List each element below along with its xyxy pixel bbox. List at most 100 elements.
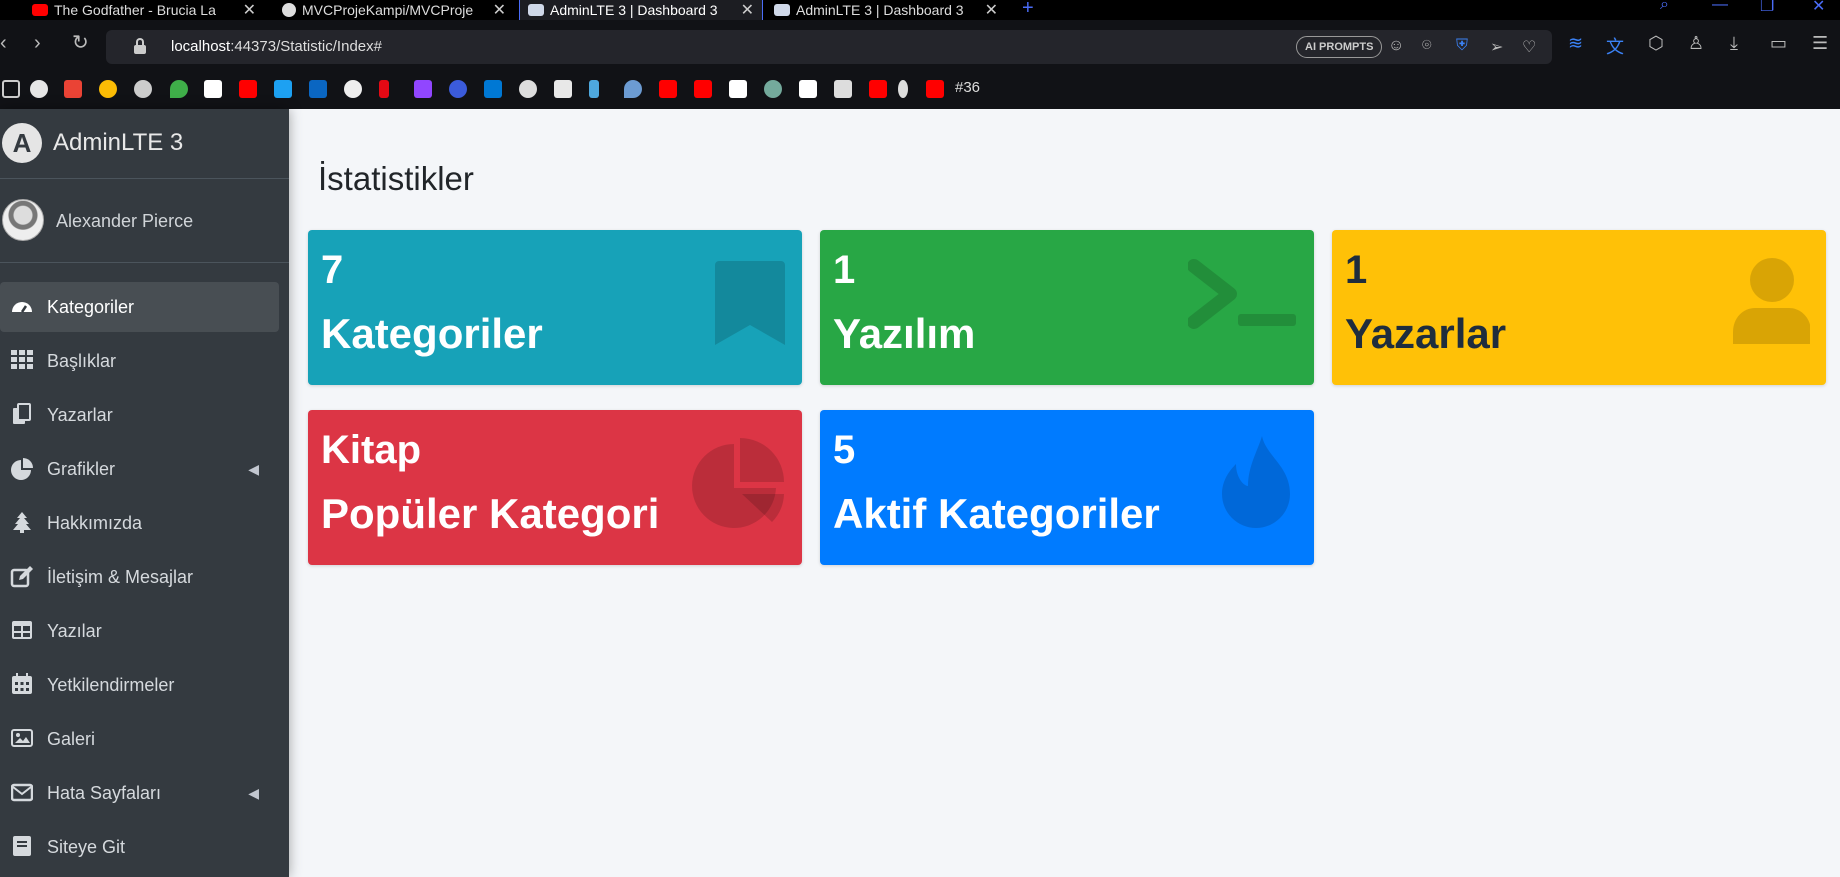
close-tab-icon[interactable]: ✕ — [493, 0, 506, 20]
bookmark-icon[interactable] — [30, 80, 48, 98]
sidebar-item-hata-sayfalari[interactable]: Hata Sayfaları ◀ — [0, 768, 289, 818]
bookmark-icon[interactable] — [449, 80, 467, 98]
speedometer-bookmark-icon[interactable] — [519, 80, 537, 98]
bookmark-icon[interactable] — [624, 80, 642, 98]
book-icon — [10, 835, 34, 859]
sidebar-item-basliklar[interactable]: Başlıklar — [0, 336, 289, 386]
sidebar-item-yazilar[interactable]: Yazılar — [0, 606, 289, 656]
close-tab-icon[interactable]: ✕ — [243, 0, 256, 20]
reload-button[interactable]: ↻ — [72, 33, 89, 53]
github-bookmark-icon[interactable] — [344, 80, 362, 98]
sidebar-item-galeri[interactable]: Galeri — [0, 714, 289, 764]
download-icon[interactable]: ⤓ — [1730, 33, 1738, 54]
radio-icon[interactable]: ≋ — [1568, 33, 1583, 54]
emoji-icon[interactable]: ☺ — [1388, 37, 1404, 55]
box-label: Yazarlar — [1345, 310, 1507, 357]
sidebar-item-label: İletişim & Mesajlar — [47, 566, 194, 587]
w3schools-bookmark-icon[interactable] — [729, 80, 747, 98]
google-bookmark-icon[interactable] — [99, 80, 117, 98]
forward-button[interactable]: › — [34, 33, 41, 53]
address-bar[interactable]: localhost:44373/Statistic/Index# AI PROM… — [106, 30, 1552, 64]
box-value: 7 — [321, 248, 344, 292]
youtube-bookmark-icon[interactable] — [239, 80, 257, 98]
tab-label: MVCProjeKampi/MVCProje — [302, 2, 474, 18]
youtube-bookmark-icon[interactable] — [926, 80, 944, 98]
bookmark-icon[interactable] — [898, 80, 908, 98]
url-text[interactable]: localhost:44373/Statistic/Index# — [171, 38, 382, 55]
back-button[interactable]: ‹ — [0, 33, 7, 53]
youtube-bookmark-icon[interactable] — [659, 80, 677, 98]
bookmark-icon[interactable] — [554, 80, 572, 98]
chart-pie-icon — [10, 457, 34, 481]
bookmark-counter[interactable]: #36 — [955, 79, 980, 96]
search-tabs-icon[interactable]: ⌕ — [1660, 0, 1669, 14]
browser-tab[interactable]: The Godfather - Brucia La ✕ — [24, 0, 264, 20]
sidebar-item-siteye-git[interactable]: Siteye Git — [0, 822, 289, 872]
box-value: Kitap — [321, 428, 421, 472]
settings-bookmark-icon[interactable] — [134, 80, 152, 98]
user-name[interactable]: Alexander Pierce — [56, 211, 193, 232]
page-favicon-icon — [774, 4, 790, 16]
sidebar-item-hakkimizda[interactable]: Hakkımızda — [0, 498, 289, 548]
sidebar-item-yazarlar[interactable]: Yazarlar — [0, 390, 289, 440]
small-box-yazilim: 1 Yazılım — [820, 230, 1314, 385]
drop-bookmark-icon[interactable] — [170, 80, 188, 98]
chatgpt-bookmark-icon[interactable] — [764, 80, 782, 98]
close-window-button[interactable]: ✕ — [1812, 0, 1825, 16]
settings-sliders-icon[interactable]: ☰ — [1812, 33, 1828, 54]
gmail-bookmark-icon[interactable] — [64, 80, 82, 98]
bookmark-icon[interactable] — [799, 80, 817, 98]
outlook-bookmark-icon[interactable] — [484, 80, 502, 98]
sidebar-item-grafikler[interactable]: Grafikler ◀ — [0, 444, 289, 494]
close-tab-icon[interactable]: ✕ — [985, 0, 998, 20]
sidebar-item-kategoriler[interactable]: Kategoriler — [0, 282, 279, 332]
sidebar-item-label: Yazılar — [47, 620, 102, 641]
sidebar-item-iletisim[interactable]: İletişim & Mesajlar — [0, 552, 289, 602]
send-icon[interactable]: ➢ — [1490, 37, 1503, 57]
twitter-bookmark-icon[interactable] — [274, 80, 292, 98]
sidebar-item-label: Yetkilendirmeler — [47, 674, 175, 695]
twitch-bookmark-icon[interactable] — [414, 80, 432, 98]
netflix-bookmark-icon[interactable] — [379, 80, 389, 98]
restore-window-button[interactable]: ❐ — [1760, 0, 1774, 16]
brand-logo: A — [2, 123, 42, 163]
brand-text: AdminLTE 3 — [53, 129, 184, 156]
bookmark-icon[interactable] — [204, 80, 222, 98]
sidebar-item-yetkilendirmeler[interactable]: Yetkilendirmeler — [0, 660, 289, 710]
heart-icon[interactable]: ♡ — [1522, 37, 1536, 57]
chart-pie-icon — [692, 438, 784, 528]
browser-navbar: ‹ › ↻ localhost:44373/Statistic/Index# A… — [0, 20, 1840, 70]
bookmark-icon[interactable] — [834, 80, 852, 98]
copy-icon — [10, 403, 34, 427]
linkedin-bookmark-icon[interactable] — [309, 80, 327, 98]
chevron-left-icon[interactable]: ◀ — [248, 785, 259, 802]
minimize-window-button[interactable]: — — [1712, 0, 1728, 14]
battery-icon[interactable]: ▭ — [1770, 33, 1787, 54]
bookmark-icon[interactable] — [589, 80, 599, 98]
browser-tab-bar: The Godfather - Brucia La ✕ MVCProjeKamp… — [0, 0, 1840, 20]
chevron-left-icon[interactable]: ◀ — [248, 461, 259, 478]
user-panel[interactable]: Alexander Pierce — [0, 179, 289, 263]
browser-tab-active[interactable]: AdminLTE 3 | Dashboard 3 ✕ — [519, 0, 763, 20]
tab-label: AdminLTE 3 | Dashboard 3 — [550, 2, 718, 18]
close-tab-icon[interactable]: ✕ — [741, 0, 754, 20]
youtube-bookmark-icon[interactable] — [694, 80, 712, 98]
browser-tab[interactable]: AdminLTE 3 | Dashboard 3 ✕ — [766, 0, 1006, 20]
small-box-kategoriler: 7 Kategoriler — [308, 230, 802, 385]
user-profile-icon[interactable]: ♙ — [1688, 33, 1704, 54]
page-title: İstatistikler — [318, 160, 474, 197]
translate-icon[interactable]: 文 — [1606, 33, 1624, 59]
table-icon — [10, 619, 34, 643]
brand-link[interactable]: A AdminLTE 3 — [0, 109, 289, 179]
sidebar: A AdminLTE 3 Alexander Pierce Kategorile… — [0, 109, 289, 877]
youtube-bookmark-icon[interactable] — [869, 80, 887, 98]
shield-icon[interactable]: ⛨ — [1456, 37, 1468, 55]
browser-tab[interactable]: MVCProjeKampi/MVCProje ✕ — [274, 0, 514, 20]
box-value: 5 — [833, 428, 856, 472]
box-label: Kategoriler — [321, 310, 543, 357]
ai-prompts-button[interactable]: AI PROMPTS — [1296, 36, 1383, 58]
camera-icon[interactable]: ⌾ — [1422, 37, 1432, 55]
new-tab-button[interactable]: + — [1022, 0, 1034, 20]
folder-bookmark-icon[interactable] — [2, 80, 20, 98]
box-icon[interactable]: ⬡ — [1648, 33, 1664, 54]
